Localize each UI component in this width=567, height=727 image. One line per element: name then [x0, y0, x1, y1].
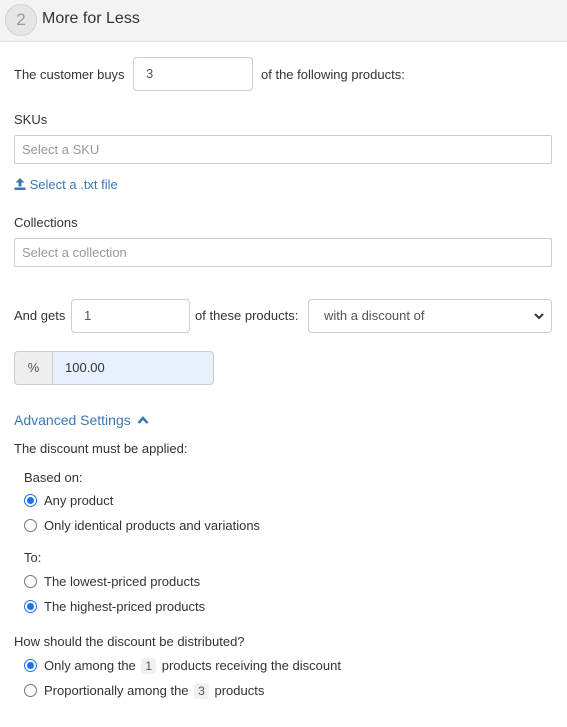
radio-lowest-priced[interactable] [24, 575, 37, 588]
buys-prefix-label: The customer buys [14, 67, 125, 82]
discount-type-select[interactable]: with a discount of [308, 299, 552, 333]
collection-select[interactable]: Select a collection [14, 238, 552, 267]
chevron-up-icon [137, 416, 149, 424]
products-count-badge: 3 [194, 683, 209, 699]
upload-icon [14, 178, 26, 190]
radio-only-among-label: Only among the 1 products receiving the … [44, 658, 341, 674]
radio-proportionally-label: Proportionally among the 3 products [44, 683, 264, 699]
applied-label: The discount must be applied: [14, 441, 188, 456]
upload-txt-link[interactable]: Select a .txt file [14, 177, 118, 193]
skus-label: SKUs [14, 112, 48, 127]
advanced-settings-toggle[interactable]: Advanced Settings [14, 412, 149, 429]
chevron-down-icon [534, 313, 544, 320]
section-title: More for Less [42, 10, 140, 27]
only-among-before: Only among the [44, 658, 136, 673]
distribution-label: How should the discount be distributed? [14, 634, 245, 649]
receiving-count-badge: 1 [141, 658, 157, 674]
discount-value-input[interactable]: 100.00 [52, 351, 214, 385]
radio-any-product-label: Any product [44, 493, 114, 508]
percent-addon: % [14, 351, 52, 385]
step-number-badge: 2 [5, 4, 37, 36]
get-quantity-input[interactable]: 1 [71, 299, 190, 333]
gets-prefix-label: And gets [14, 308, 66, 323]
only-among-after: products receiving the discount [161, 658, 341, 673]
buy-quantity-input[interactable]: 3 [133, 57, 253, 91]
collections-label: Collections [14, 215, 78, 230]
radio-identical-products-label: Only identical products and variations [44, 518, 261, 533]
advanced-settings-label: Advanced Settings [14, 412, 131, 428]
proportionally-before: Proportionally among the [44, 683, 189, 698]
sku-select[interactable]: Select a SKU [14, 135, 552, 164]
proportionally-after: products [214, 683, 265, 698]
buys-suffix-label: of the following products: [261, 67, 405, 82]
radio-identical-products[interactable] [24, 519, 37, 532]
gets-suffix-label: of these products: [195, 308, 299, 323]
radio-only-among[interactable] [24, 659, 37, 672]
upload-link-label: Select a .txt file [29, 177, 118, 192]
radio-highest-priced-label: The highest-priced products [44, 599, 206, 614]
radio-proportionally[interactable] [24, 684, 37, 697]
based-on-label: Based on: [24, 470, 83, 485]
radio-lowest-priced-label: The lowest-priced products [44, 574, 201, 589]
discount-type-value: with a discount of [324, 308, 425, 323]
radio-any-product[interactable] [24, 494, 37, 507]
to-label: To: [24, 550, 42, 565]
radio-highest-priced[interactable] [24, 600, 37, 613]
section-header: 2 More for Less [0, 0, 567, 42]
